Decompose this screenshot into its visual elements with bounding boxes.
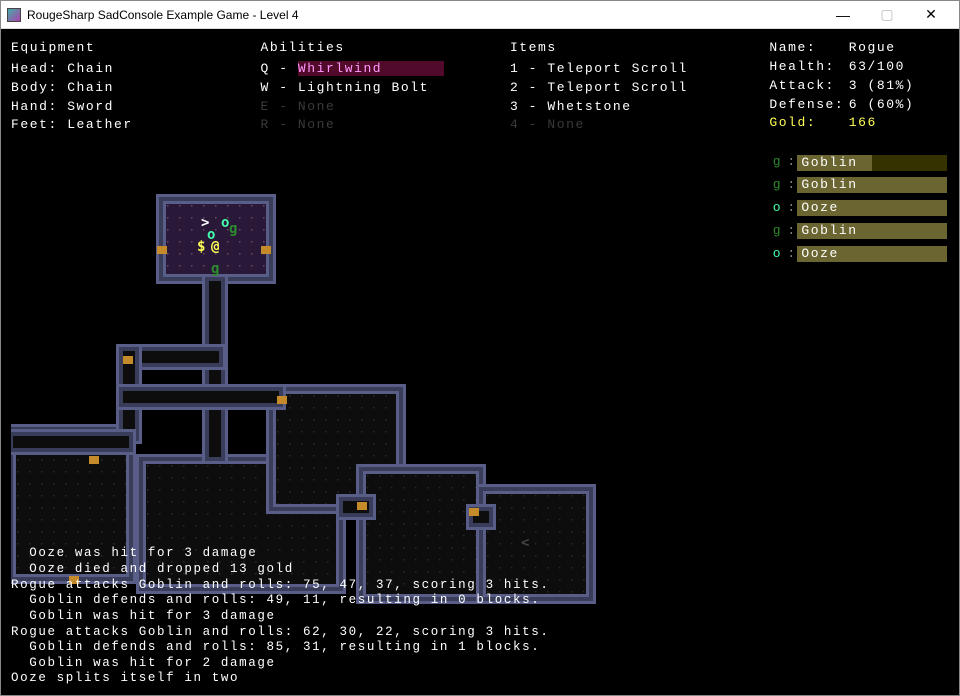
monster-name: Ooze	[801, 200, 838, 216]
hp-bar: Ooze	[797, 246, 947, 262]
equip-body: Body: Chain	[11, 79, 260, 98]
equip-feet: Feet: Leather	[11, 116, 260, 135]
close-button[interactable]: ✕	[909, 3, 953, 27]
message-log: Ooze was hit for 3 damage Ooze died and …	[11, 546, 949, 687]
monster-symbol: o	[769, 245, 785, 264]
monster-symbol: o	[769, 199, 785, 218]
monster-name: Ooze	[801, 246, 838, 262]
monster-list: g:Gobling:Goblino:Oozeg:Goblino:Ooze	[769, 153, 949, 263]
monster-symbol: g	[769, 176, 785, 195]
ability-row[interactable]: E - None	[260, 98, 509, 117]
monster-symbol: g	[769, 153, 785, 172]
monster-name: Goblin	[801, 223, 857, 239]
monster-row: g:Goblin	[769, 176, 949, 195]
item-row[interactable]: 4 - None	[510, 116, 769, 135]
ability-row[interactable]: W - Lightning Bolt	[260, 79, 509, 98]
svg-text:g: g	[211, 261, 221, 277]
item-row[interactable]: 3 - Whetstone	[510, 98, 769, 117]
monster-row: g:Goblin	[769, 222, 949, 241]
svg-text:@: @	[211, 239, 221, 255]
app-icon	[7, 8, 21, 22]
item-row[interactable]: 2 - Teleport Scroll	[510, 79, 769, 98]
stats-panel: Name: Rogue Health: 63/100 Attack: 3 (81…	[769, 39, 949, 267]
separator: :	[787, 153, 797, 172]
monster-name: Goblin	[801, 177, 857, 193]
window-title: RougeSharp SadConsole Example Game - Lev…	[27, 8, 821, 22]
monster-row: o:Ooze	[769, 199, 949, 218]
items-header: Items	[510, 39, 769, 58]
hp-bar: Goblin	[797, 223, 947, 239]
stat-attack: Attack: 3 (81%)	[769, 77, 949, 96]
stat-gold: Gold: 166	[769, 114, 949, 133]
maximize-button[interactable]: ▢	[865, 3, 909, 27]
hp-bar: Ooze	[797, 200, 947, 216]
hp-bar: Goblin	[797, 155, 947, 171]
minimize-button[interactable]: —	[821, 3, 865, 27]
monster-symbol: g	[769, 222, 785, 241]
svg-text:$: $	[197, 239, 207, 255]
monster-row: o:Ooze	[769, 245, 949, 264]
title-bar[interactable]: RougeSharp SadConsole Example Game - Lev…	[1, 1, 959, 29]
ability-row[interactable]: R - None	[260, 116, 509, 135]
abilities-header: Abilities	[260, 39, 509, 58]
hp-bar: Goblin	[797, 177, 947, 193]
monster-name: Goblin	[801, 155, 857, 171]
equip-head: Head: Chain	[11, 60, 260, 79]
equipment-header: Equipment	[11, 39, 260, 58]
stat-defense: Defense: 6 (60%)	[769, 96, 949, 115]
svg-text:g: g	[229, 221, 239, 237]
equip-hand: Hand: Sword	[11, 98, 260, 117]
separator: :	[787, 245, 797, 264]
monster-row: g:Goblin	[769, 153, 949, 172]
ability-row[interactable]: Q - Whirlwind	[260, 60, 509, 79]
stat-health: Health: 63/100	[769, 58, 949, 77]
separator: :	[787, 176, 797, 195]
app-window: RougeSharp SadConsole Example Game - Lev…	[0, 0, 960, 696]
window-controls: — ▢ ✕	[821, 3, 953, 27]
stat-name: Name: Rogue	[769, 39, 949, 58]
item-row[interactable]: 1 - Teleport Scroll	[510, 60, 769, 79]
separator: :	[787, 222, 797, 241]
separator: :	[787, 199, 797, 218]
game-viewport: Equipment Head: Chain Body: Chain Hand: …	[1, 29, 959, 695]
